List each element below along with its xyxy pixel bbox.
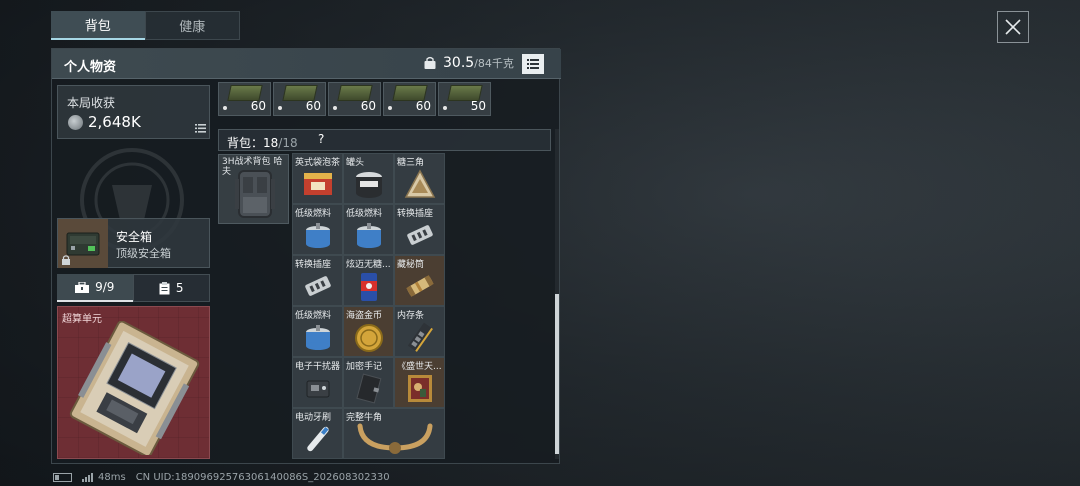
toolbox-count: 9/9 — [95, 280, 115, 294]
grid-item[interactable]: 低级燃料 — [292, 306, 343, 357]
jammer-icon — [306, 380, 330, 398]
backpack-capacity: 背包：18/18 — [227, 134, 298, 151]
grid-item[interactable]: 转换插座 — [292, 255, 343, 306]
round-loot-value: 2,648K — [88, 113, 141, 131]
ammo-slot[interactable]: 60 — [218, 82, 271, 116]
ammo-slot[interactable]: 60 — [328, 82, 381, 116]
power-adapter-icon — [407, 225, 433, 245]
scroll-tube-icon — [406, 275, 434, 297]
grid-item[interactable]: 完整牛角 — [343, 408, 445, 459]
inventory-panel: 个人物资 30.5/84千克 本局收获 2,648K 安全箱 顶级安全箱 9/9… — [51, 48, 561, 464]
tactical-backpack-icon — [235, 170, 275, 218]
grid-item[interactable]: 内存条 — [394, 306, 445, 357]
backpack-grid: 英式袋泡茶 罐头 糖三角 低级燃料 低级燃料 转换插座 转换插座 炫迈无糖...… — [292, 153, 445, 459]
triangle-cake-icon — [404, 169, 436, 198]
battery-icon — [53, 473, 72, 482]
grid-item[interactable]: 罐头 — [343, 153, 394, 204]
panel-header: 个人物资 30.5/84千克 — [52, 49, 561, 79]
fuel-can-icon — [357, 223, 381, 248]
grid-item[interactable]: 低级燃料 — [343, 204, 394, 255]
close-button[interactable] — [997, 11, 1029, 43]
backpack-max: /18 — [278, 136, 298, 150]
grid-item[interactable]: 炫迈无糖... — [343, 255, 394, 306]
grid-item[interactable]: 海盗金币 — [343, 306, 394, 357]
scrollbar[interactable] — [555, 294, 559, 454]
ammo-count: 60 — [415, 99, 431, 113]
fuel-can-icon — [306, 325, 330, 350]
tab-toolbox[interactable]: 9/9 — [57, 274, 133, 302]
safe-box-name: 安全箱 — [116, 230, 153, 244]
circuit-board-icon — [69, 321, 200, 455]
grid-item[interactable]: 《盛世天... — [394, 357, 445, 408]
clipboard-icon — [159, 281, 170, 294]
weight-icon — [424, 56, 436, 69]
signal-icon — [82, 473, 93, 482]
ammo-dot — [333, 106, 337, 110]
ping-value: 48ms — [98, 472, 126, 483]
safe-box-slot[interactable]: 安全箱 顶级安全箱 — [57, 218, 210, 268]
memory-stick-icon — [407, 322, 433, 352]
panel-title: 个人物资 — [64, 60, 117, 75]
toothbrush-icon — [307, 426, 329, 452]
grid-item[interactable]: 电动牙刷 — [292, 408, 343, 459]
card-holder-count: 5 — [175, 281, 184, 295]
backpack-label: 背包： — [227, 136, 264, 150]
weight-current: 30.5 — [443, 55, 475, 71]
close-icon — [1005, 19, 1021, 35]
backpack-equipment-slot[interactable]: 3H战术背包 哈夫 — [218, 154, 289, 224]
ammo-dot — [278, 106, 282, 110]
tab-card-holder[interactable]: 5 — [132, 274, 210, 302]
ammo-dot — [388, 106, 392, 110]
safe-box-type: 顶级安全箱 — [116, 247, 171, 260]
ammo-row: 60 60 60 60 50 — [218, 82, 491, 116]
ammo-count: 50 — [470, 99, 486, 113]
ammo-slot[interactable]: 60 — [383, 82, 436, 116]
tea-box-icon — [304, 173, 332, 195]
help-button[interactable]: ? — [318, 132, 324, 146]
ammo-count: 60 — [360, 99, 376, 113]
grid-item[interactable]: 糖三角 — [394, 153, 445, 204]
backpack-capacity-bar: 背包：18/18 ? — [218, 129, 551, 151]
weight-indicator: 30.5/84千克 — [423, 55, 514, 71]
round-loot-label: 本局收获 — [67, 96, 116, 110]
fuel-can-icon — [306, 223, 330, 248]
grid-item[interactable]: 英式袋泡茶 — [292, 153, 343, 204]
grid-item[interactable]: 藏秘筒 — [394, 255, 445, 306]
notebook-icon — [356, 373, 382, 404]
grid-item[interactable]: 加密手记 — [343, 357, 394, 408]
ammo-slot[interactable]: 50 — [438, 82, 491, 116]
gum-pack-icon — [361, 273, 377, 301]
supercomputing-unit-slot[interactable]: 超算单元 — [57, 306, 210, 459]
status-bar: 48ms CN UID:18909692576306140086S_202608… — [53, 472, 390, 483]
grid-item[interactable]: 电子干扰器 — [292, 357, 343, 408]
tab-backpack[interactable]: 背包 — [51, 11, 145, 40]
gold-coin-icon — [355, 324, 383, 352]
sort-button[interactable] — [522, 54, 544, 74]
grid-item[interactable]: 低级燃料 — [292, 204, 343, 255]
container-tabs: 9/9 5 — [57, 274, 210, 302]
ammo-dot — [223, 106, 227, 110]
grid-item[interactable]: 转换插座 — [394, 204, 445, 255]
toolbox-icon — [75, 281, 90, 293]
coin-icon — [68, 115, 83, 130]
round-loot-card[interactable]: 本局收获 2,648K — [57, 85, 210, 139]
list-icon — [195, 124, 206, 133]
tab-health[interactable]: 健康 — [144, 11, 240, 40]
horns-icon — [357, 423, 433, 454]
uid-text: CN UID:18909692576306140086S_20260830233… — [135, 472, 390, 483]
safe-box-thumbnail — [58, 219, 108, 268]
can-icon — [356, 172, 382, 198]
painting-icon — [408, 375, 432, 402]
top-tab-bar: 背包 健康 — [51, 11, 240, 40]
ammo-count: 60 — [250, 99, 266, 113]
backpack-current: 18 — [263, 136, 279, 150]
list-icon — [527, 59, 539, 69]
ammo-count: 60 — [305, 99, 321, 113]
weight-max: /84千克 — [474, 57, 514, 70]
lock-icon — [62, 255, 70, 265]
ammo-slot[interactable]: 60 — [273, 82, 326, 116]
power-adapter-icon — [305, 276, 331, 296]
ammo-dot — [443, 106, 447, 110]
